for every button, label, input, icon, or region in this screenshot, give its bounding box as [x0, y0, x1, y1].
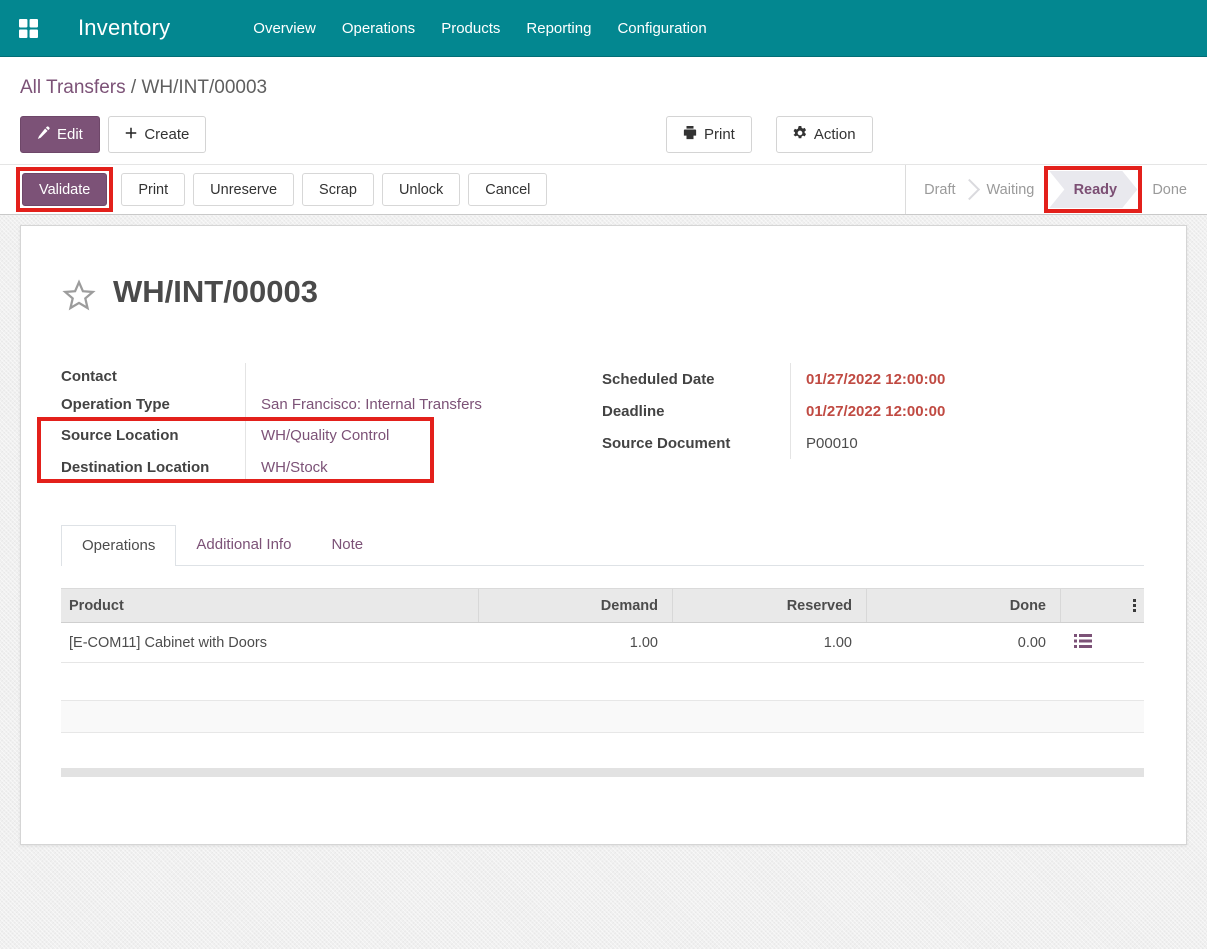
top-navbar: Inventory Overview Operations Products R… — [0, 0, 1207, 57]
stage-ready[interactable]: Ready — [1049, 171, 1137, 208]
annotation-box-ready: Ready — [1044, 166, 1143, 213]
control-panel-buttons: Edit Create Print Action — [0, 116, 1207, 153]
nav-item-configuration[interactable]: Configuration — [604, 0, 719, 57]
navbar-menu: Overview Operations Products Reporting C… — [240, 0, 719, 57]
content-area: WH/INT/00003 Contact Operation Type San … — [0, 215, 1207, 949]
horizontal-scrollbar[interactable] — [61, 768, 1144, 777]
unlock-button[interactable]: Unlock — [381, 173, 461, 206]
empty-space — [61, 663, 1144, 700]
title-row: WH/INT/00003 — [61, 264, 1144, 319]
validate-button[interactable]: Validate — [22, 173, 108, 206]
breadcrumb-current: WH/INT/00003 — [141, 77, 268, 98]
tab-operations[interactable]: Operations — [61, 525, 177, 566]
nav-item-reporting[interactable]: Reporting — [513, 0, 604, 57]
app-title[interactable]: Inventory — [78, 15, 170, 41]
notebook-tabs: Operations Additional Info Note — [61, 525, 1144, 566]
scrap-button[interactable]: Scrap — [302, 173, 374, 206]
vertical-ellipsis-icon[interactable] — [1133, 599, 1136, 612]
breadcrumb-separator: / — [130, 77, 137, 98]
field-source-document: Source Document P00010 — [602, 427, 1144, 459]
column-header-product[interactable]: Product — [61, 589, 478, 622]
chevron-right-icon — [958, 178, 980, 201]
pencil-icon — [37, 126, 50, 143]
statusbar: Validate Print Unreserve Scrap Unlock Ca… — [0, 164, 1207, 214]
empty-stripe-row — [61, 700, 1144, 733]
tab-note[interactable]: Note — [311, 525, 383, 565]
field-contact: Contact — [61, 363, 581, 389]
cell-reserved: 1.00 — [823, 634, 852, 651]
operations-table: Product Demand Reserved Done [E-COM11] C… — [61, 588, 1144, 777]
edit-button[interactable]: Edit — [20, 116, 100, 153]
favorite-star-icon[interactable] — [61, 278, 97, 319]
detailed-operations-icon[interactable] — [1074, 633, 1092, 652]
empty-space — [61, 733, 1144, 768]
apps-grid-icon[interactable] — [19, 18, 38, 38]
field-destination-location: Destination Location WH/Stock — [61, 451, 581, 483]
field-operation-type: Operation Type San Francisco: Internal T… — [61, 389, 581, 419]
column-header-reserved[interactable]: Reserved — [672, 589, 866, 622]
stage-waiting[interactable]: Waiting — [987, 182, 1035, 198]
stage-draft[interactable]: Draft — [924, 182, 955, 198]
nav-item-products[interactable]: Products — [428, 0, 513, 57]
breadcrumb: All Transfers / WH/INT/00003 — [0, 73, 1207, 103]
print-report-button[interactable]: Print — [121, 173, 186, 206]
annotation-box-validate: Validate — [16, 167, 114, 212]
fields-left-group: Contact Operation Type San Francisco: In… — [37, 363, 581, 483]
plus-icon — [125, 126, 137, 143]
form-sheet: WH/INT/00003 Contact Operation Type San … — [20, 225, 1187, 845]
field-scheduled-date: Scheduled Date 01/27/2022 12:00:00 — [602, 363, 1144, 395]
stage-done[interactable]: Done — [1152, 182, 1187, 198]
cell-product: [E-COM11] Cabinet with Doors — [69, 634, 267, 651]
optional-columns-cell — [1060, 589, 1144, 622]
stage-pipeline: Draft Waiting Ready Done — [905, 165, 1191, 214]
column-header-demand[interactable]: Demand — [478, 589, 672, 622]
nav-item-operations[interactable]: Operations — [329, 0, 428, 57]
field-source-location: Source Location WH/Quality Control — [61, 419, 581, 451]
nav-item-overview[interactable]: Overview — [240, 0, 329, 57]
cell-detailed-operations — [1060, 623, 1144, 662]
fields-right-group: Scheduled Date 01/27/2022 12:00:00 Deadl… — [602, 363, 1144, 483]
create-button[interactable]: Create — [108, 116, 207, 153]
column-header-done[interactable]: Done — [866, 589, 1060, 622]
breadcrumb-parent[interactable]: All Transfers — [20, 77, 126, 98]
control-panel: All Transfers / WH/INT/00003 Edit Create… — [0, 57, 1207, 215]
tab-additional-info[interactable]: Additional Info — [176, 525, 311, 565]
unreserve-button[interactable]: Unreserve — [193, 173, 295, 206]
table-header: Product Demand Reserved Done — [61, 588, 1144, 623]
cancel-button[interactable]: Cancel — [468, 173, 548, 206]
cell-done: 0.00 — [1017, 634, 1046, 651]
stage-divider — [905, 165, 907, 214]
gear-icon — [793, 125, 807, 144]
action-button[interactable]: Action — [775, 116, 873, 153]
print-button[interactable]: Print — [666, 116, 752, 153]
fields-section: Contact Operation Type San Francisco: In… — [37, 363, 1144, 483]
table-row[interactable]: [E-COM11] Cabinet with Doors 1.00 1.00 0… — [61, 623, 1144, 663]
field-deadline: Deadline 01/27/2022 12:00:00 — [602, 395, 1144, 427]
printer-icon — [683, 125, 697, 144]
cell-demand: 1.00 — [629, 634, 658, 651]
record-title: WH/INT/00003 — [113, 273, 319, 309]
